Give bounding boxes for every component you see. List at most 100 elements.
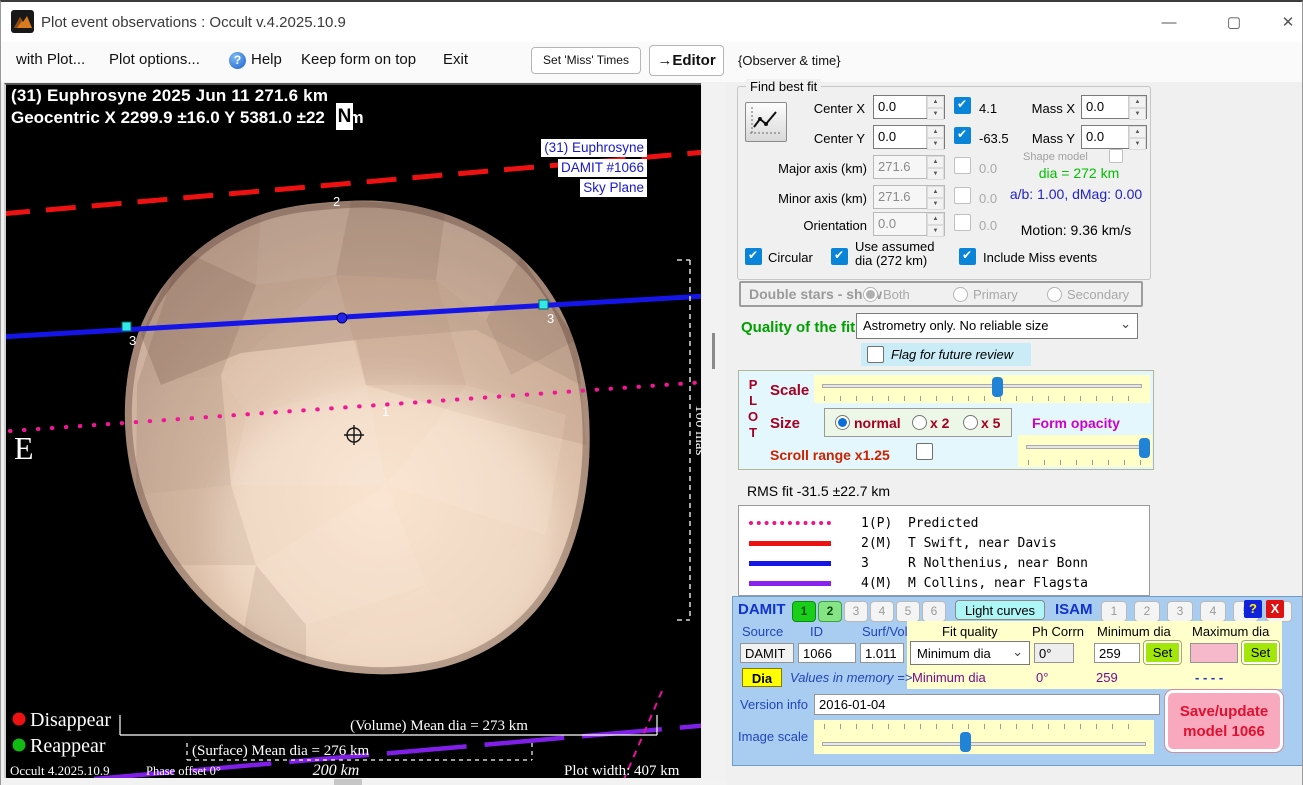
circular-label: Circular xyxy=(768,250,813,265)
image-scale-groove xyxy=(822,742,1146,746)
version-info-box[interactable]: 2016-01-04 xyxy=(814,694,1160,715)
menu-bar: with Plot... Plot options... ? Help Keep… xyxy=(1,42,1302,82)
use-assumed-checkbox[interactable] xyxy=(831,248,848,265)
ph-corrn-box[interactable]: 0° xyxy=(1034,643,1074,663)
scale-slider-groove xyxy=(822,384,1142,388)
save-update-model-button[interactable]: Save/updatemodel 1066 xyxy=(1165,690,1283,752)
double-stars-both-radio[interactable] xyxy=(863,287,878,302)
sky-plane-plot[interactable]: 2 3 3 1 E 100 mas Disappear Reappear xyxy=(4,83,701,781)
circular-checkbox[interactable] xyxy=(745,248,762,265)
form-opacity-thumb[interactable] xyxy=(1139,438,1150,458)
center-y-spinner[interactable]: 0.0▲▼ xyxy=(873,125,945,149)
damit-model-5-button[interactable]: 5 xyxy=(896,601,920,622)
minor-axis-checkbox[interactable] xyxy=(954,187,971,204)
form-opacity-label: Form opacity xyxy=(1032,415,1120,431)
size-normal-radio[interactable] xyxy=(835,415,850,430)
chord3-end-marker[interactable] xyxy=(539,300,548,309)
memory-max-dia: - - - - xyxy=(1195,670,1223,685)
scale-slider[interactable] xyxy=(814,375,1150,403)
isam-model-2-button[interactable]: 2 xyxy=(1134,601,1160,622)
max-dia-set-button[interactable]: Set xyxy=(1242,641,1279,664)
chord2-label: 2 xyxy=(333,194,340,209)
fit-quality-combobox[interactable]: Minimum dia⌄ xyxy=(910,641,1030,665)
chord3-label-left: 3 xyxy=(129,333,136,348)
reappear-label: Reappear xyxy=(30,735,106,757)
center-x-offset: 4.1 xyxy=(979,101,997,116)
mas-scale-label: 100 mas xyxy=(692,405,701,456)
memory-min-dia: 259 xyxy=(1096,670,1118,685)
menu-help[interactable]: Help xyxy=(251,51,282,68)
mass-x-spinner[interactable]: 0.0▲▼ xyxy=(1081,95,1147,119)
set-miss-times-button[interactable]: Set 'Miss' Times xyxy=(531,47,641,74)
include-miss-checkbox[interactable] xyxy=(959,248,976,265)
menu-keep-on-top[interactable]: Keep form on top xyxy=(301,51,416,68)
chord3-start-marker[interactable] xyxy=(122,322,131,331)
size-x2-radio[interactable] xyxy=(912,415,927,430)
dia-button[interactable]: Dia xyxy=(742,668,782,687)
image-scale-ticks xyxy=(824,724,1144,729)
damit-model-3-button[interactable]: 3 xyxy=(844,601,868,622)
damit-model-6-button[interactable]: 6 xyxy=(922,601,946,622)
double-stars-secondary-radio[interactable] xyxy=(1047,287,1062,302)
damit-model-1-button[interactable]: 1 xyxy=(792,601,816,622)
chord-legend-list[interactable]: 1(P) Predicted 2(M) T Swift, near Davis … xyxy=(738,505,1150,596)
center-x-spinner[interactable]: 0.0▲▼ xyxy=(873,95,945,119)
maximize-button[interactable]: ▢ xyxy=(1219,10,1249,36)
plot-badges: (31) Euphrosyne DAMIT #1066 Sky Plane xyxy=(541,139,647,197)
image-scale-thumb[interactable] xyxy=(960,732,971,752)
menu-exit[interactable]: Exit xyxy=(443,51,468,68)
double-stars-primary-label: Primary xyxy=(973,287,1018,302)
double-stars-primary-radio[interactable] xyxy=(953,287,968,302)
size-label: Size xyxy=(770,415,800,432)
memory-ph-corrn: 0° xyxy=(1036,670,1048,685)
shape-model-checkbox[interactable] xyxy=(1109,149,1123,163)
center-y-checkbox[interactable] xyxy=(954,127,971,144)
id-value-box[interactable]: 1066 xyxy=(798,643,856,663)
menu-plot-options[interactable]: Plot options... xyxy=(109,51,200,68)
editor-button[interactable]: →Editor xyxy=(649,45,724,76)
major-axis-checkbox[interactable] xyxy=(954,157,971,174)
minor-axis-label: Minor axis (km) xyxy=(757,191,867,206)
major-axis-spinner[interactable]: 271.6▲▼ xyxy=(873,155,945,179)
size-radio-group: normal x 2 x 5 xyxy=(824,408,1012,437)
image-scale-slider[interactable] xyxy=(814,720,1154,754)
size-x5-radio[interactable] xyxy=(963,415,978,430)
fit-quality-header: Fit quality xyxy=(942,624,998,639)
menu-with-plot[interactable]: with Plot... xyxy=(16,51,85,68)
vertical-scrollbar-thumb[interactable] xyxy=(712,333,715,369)
orientation-spinner[interactable]: 0.0▲▼ xyxy=(873,212,945,236)
close-button[interactable]: ✕ xyxy=(1273,10,1303,36)
light-curves-button[interactable]: Light curves xyxy=(955,600,1045,620)
quality-combobox[interactable]: Astrometry only. No reliable size⌄ xyxy=(856,313,1138,339)
damit-help-button[interactable]: ? xyxy=(1244,600,1262,618)
scale-bar-label: 200 km xyxy=(313,762,360,779)
isam-model-3-button[interactable]: 3 xyxy=(1167,601,1193,622)
plot-vertical-scrollbar[interactable] xyxy=(703,83,725,777)
dia-readout: dia = 272 km xyxy=(1011,165,1147,181)
id-header: ID xyxy=(810,624,823,639)
damit-close-button[interactable]: X xyxy=(1266,600,1284,618)
max-dia-box[interactable] xyxy=(1190,643,1238,663)
flag-review-checkbox[interactable] xyxy=(867,346,884,363)
orientation-checkbox[interactable] xyxy=(954,214,971,231)
min-dia-box[interactable]: 259 xyxy=(1094,643,1140,663)
minimize-button[interactable]: — xyxy=(1154,10,1184,36)
isam-model-1-button[interactable]: 1 xyxy=(1101,601,1127,622)
damit-model-4-button[interactable]: 4 xyxy=(870,601,894,622)
scroll-range-checkbox[interactable] xyxy=(916,443,933,460)
form-opacity-slider[interactable] xyxy=(1018,435,1152,467)
center-x-checkbox[interactable] xyxy=(954,97,971,114)
east-label: E xyxy=(14,430,34,466)
disappear-dot xyxy=(13,713,26,726)
min-dia-set-button[interactable]: Set xyxy=(1144,641,1181,664)
minor-axis-spinner[interactable]: 271.6▲▼ xyxy=(873,185,945,209)
scale-slider-thumb[interactable] xyxy=(992,377,1003,397)
damit-model-2-button[interactable]: 2 xyxy=(818,601,842,622)
double-stars-secondary-label: Secondary xyxy=(1067,287,1129,302)
mass-y-spinner[interactable]: 0.0▲▼ xyxy=(1081,125,1147,149)
fit-plot-icon-button[interactable] xyxy=(745,102,787,142)
horizontal-scrollbar-thumb[interactable] xyxy=(334,779,362,785)
plot-horizontal-scrollbar[interactable] xyxy=(1,778,727,785)
isam-model-4-button[interactable]: 4 xyxy=(1200,601,1226,622)
max-dia-header: Maximum dia xyxy=(1192,624,1269,639)
